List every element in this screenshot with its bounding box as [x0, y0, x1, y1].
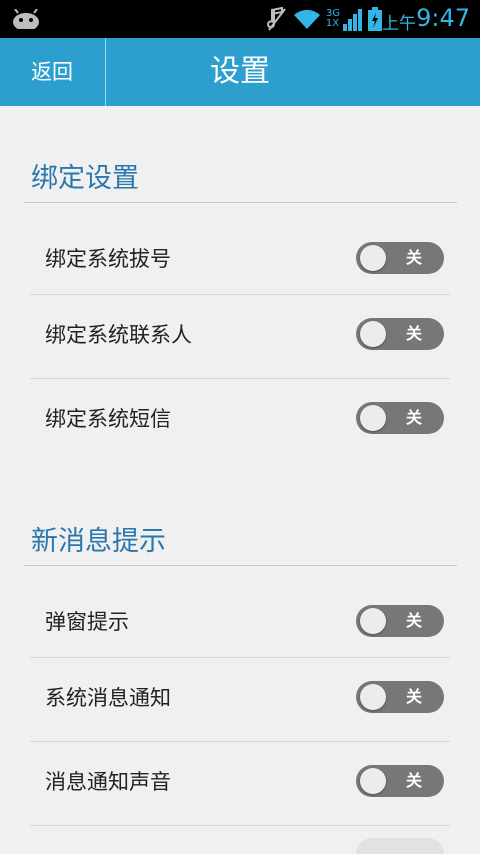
setting-label: 绑定系统短信 [45, 407, 171, 431]
mute-icon [266, 6, 286, 31]
network-type: 3G 1X [326, 9, 340, 29]
setting-label: 消息通知声音 [45, 770, 171, 794]
toggle-knob [360, 321, 386, 347]
section-divider [24, 565, 457, 566]
status-bar: 3G 1X 上午 9:47 [0, 0, 480, 38]
row-divider [30, 825, 450, 826]
popup-toggle[interactable]: 关 [356, 605, 444, 637]
bind-contacts-toggle[interactable]: 关 [356, 318, 444, 350]
row-divider [30, 741, 450, 742]
row-divider [30, 294, 450, 295]
wifi-icon [293, 9, 320, 29]
row-divider [30, 657, 450, 658]
setting-row-partial[interactable] [30, 827, 450, 854]
toggle-knob [360, 608, 386, 634]
bind-dialer-toggle[interactable]: 关 [356, 242, 444, 274]
section-divider [24, 202, 457, 203]
section-title-notifications: 新消息提示 [31, 526, 166, 557]
setting-label: 绑定系统联系人 [45, 323, 192, 347]
status-ampm: 上午 [382, 14, 416, 34]
android-icon [13, 9, 39, 29]
toggle-knob [360, 684, 386, 710]
setting-row-system-notify[interactable]: 系统消息通知 关 [30, 659, 450, 735]
toggle-knob [360, 245, 386, 271]
toggle-state-text: 关 [405, 408, 422, 427]
title-bar: 设置 返回 [0, 38, 480, 106]
setting-label: 弹窗提示 [45, 610, 129, 634]
toggle-state-text: 关 [405, 771, 422, 790]
setting-row-notify-sound[interactable]: 消息通知声音 关 [30, 743, 450, 819]
title-divider [105, 38, 106, 106]
network-sub-label: 1X [325, 18, 340, 29]
setting-row-bind-contacts[interactable]: 绑定系统联系人 关 [30, 296, 450, 372]
settings-list[interactable]: 绑定设置 绑定系统拔号 关 绑定系统联系人 关 绑定系统短信 关 新消息提示 弹… [0, 106, 480, 854]
system-notify-toggle[interactable]: 关 [356, 681, 444, 713]
back-button[interactable]: 返回 [0, 38, 104, 106]
toggle-state-text: 关 [405, 324, 422, 343]
signal-icon [343, 9, 362, 31]
setting-row-bind-sms[interactable]: 绑定系统短信 关 [30, 380, 450, 456]
setting-label: 绑定系统拔号 [45, 247, 171, 271]
toggle-state-text: 关 [405, 248, 422, 267]
setting-row-popup[interactable]: 弹窗提示 关 [30, 583, 450, 659]
status-clock: 9:47 [416, 4, 470, 32]
bind-sms-toggle[interactable]: 关 [356, 402, 444, 434]
row-divider [30, 378, 450, 379]
setting-row-bind-dialer[interactable]: 绑定系统拔号 关 [30, 220, 450, 296]
battery-charging-icon [368, 7, 382, 31]
toggle-state-text: 关 [405, 611, 422, 630]
partial-toggle[interactable] [356, 838, 444, 854]
notify-sound-toggle[interactable]: 关 [356, 765, 444, 797]
toggle-knob [360, 405, 386, 431]
status-icons: 3G 1X [266, 6, 382, 32]
section-title-binding: 绑定设置 [31, 163, 139, 194]
toggle-state-text: 关 [405, 687, 422, 706]
toggle-knob [360, 768, 386, 794]
setting-label: 系统消息通知 [45, 686, 171, 710]
